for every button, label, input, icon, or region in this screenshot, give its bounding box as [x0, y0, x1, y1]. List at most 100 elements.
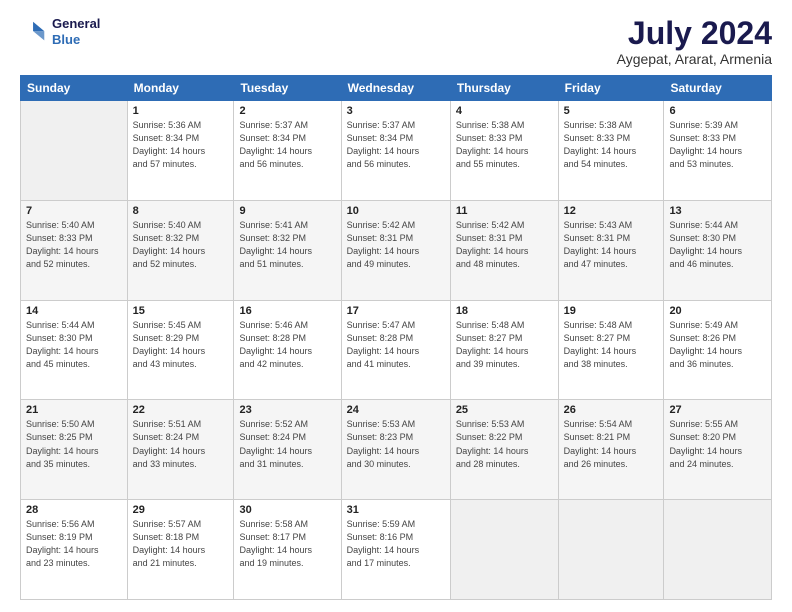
- calendar-cell: 20 Sunrise: 5:49 AM Sunset: 8:26 PM Dayli…: [664, 300, 772, 400]
- calendar-cell: [558, 500, 664, 600]
- day-number: 9: [239, 205, 335, 217]
- day-number: 23: [239, 404, 335, 416]
- day-number: 17: [347, 305, 445, 317]
- day-info: Sunrise: 5:56 AM Sunset: 8:19 PM Dayligh…: [26, 518, 122, 570]
- day-number: 18: [456, 305, 553, 317]
- day-number: 24: [347, 404, 445, 416]
- calendar-cell: 16Sunrise: 5:46 AM Sunset: 8:28 PM Dayli…: [234, 300, 341, 400]
- day-info: Sunrise: 5:43 AM Sunset: 8:31 PM Dayligh…: [564, 219, 659, 271]
- day-number: 26: [564, 404, 659, 416]
- main-title: July 2024: [617, 16, 772, 51]
- day-info: Sunrise: 5:40 AM Sunset: 8:33 PM Dayligh…: [26, 219, 122, 271]
- day-number: 14: [26, 305, 122, 317]
- calendar-table: SundayMondayTuesdayWednesdayThursdayFrid…: [20, 75, 772, 600]
- calendar-week-row: 21 Sunrise: 5:50 AM Sunset: 8:25 PM Dayli…: [21, 400, 772, 500]
- day-info: Sunrise: 5:37 AM Sunset: 8:34 PM Dayligh…: [239, 119, 335, 171]
- day-info: Sunrise: 5:41 AM Sunset: 8:32 PM Dayligh…: [239, 219, 335, 271]
- calendar-cell: 30 Sunrise: 5:58 AM Sunset: 8:17 PM Dayli…: [234, 500, 341, 600]
- day-number: 30: [239, 504, 335, 516]
- day-info: Sunrise: 5:49 AM Sunset: 8:26 PM Dayligh…: [669, 319, 766, 371]
- day-number: 28: [26, 504, 122, 516]
- calendar-day-header: Wednesday: [341, 76, 450, 101]
- calendar-cell: 3Sunrise: 5:37 AM Sunset: 8:34 PM Daylig…: [341, 101, 450, 201]
- calendar-cell: 10 Sunrise: 5:42 AM Sunset: 8:31 PM Dayli…: [341, 200, 450, 300]
- calendar-cell: 14 Sunrise: 5:44 AM Sunset: 8:30 PM Dayli…: [21, 300, 128, 400]
- day-number: 10: [347, 205, 445, 217]
- day-info: Sunrise: 5:44 AM Sunset: 8:30 PM Dayligh…: [669, 219, 766, 271]
- calendar-cell: 11Sunrise: 5:42 AM Sunset: 8:31 PM Dayli…: [450, 200, 558, 300]
- day-number: 15: [133, 305, 229, 317]
- calendar-cell: 6 Sunrise: 5:39 AM Sunset: 8:33 PM Daylig…: [664, 101, 772, 201]
- day-info: Sunrise: 5:53 AM Sunset: 8:22 PM Dayligh…: [456, 418, 553, 470]
- day-number: 12: [564, 205, 659, 217]
- day-number: 22: [133, 404, 229, 416]
- calendar-week-row: 28 Sunrise: 5:56 AM Sunset: 8:19 PM Dayli…: [21, 500, 772, 600]
- calendar-day-header: Thursday: [450, 76, 558, 101]
- calendar-week-row: 1 Sunrise: 5:36 AM Sunset: 8:34 PM Daylig…: [21, 101, 772, 201]
- day-info: Sunrise: 5:53 AM Sunset: 8:23 PM Dayligh…: [347, 418, 445, 470]
- day-info: Sunrise: 5:44 AM Sunset: 8:30 PM Dayligh…: [26, 319, 122, 371]
- day-number: 25: [456, 404, 553, 416]
- day-info: Sunrise: 5:46 AM Sunset: 8:28 PM Dayligh…: [239, 319, 335, 371]
- day-info: Sunrise: 5:47 AM Sunset: 8:28 PM Dayligh…: [347, 319, 445, 371]
- day-info: Sunrise: 5:50 AM Sunset: 8:25 PM Dayligh…: [26, 418, 122, 470]
- calendar-cell: 26 Sunrise: 5:54 AM Sunset: 8:21 PM Dayli…: [558, 400, 664, 500]
- day-number: 2: [239, 105, 335, 117]
- calendar-cell: 5 Sunrise: 5:38 AM Sunset: 8:33 PM Daylig…: [558, 101, 664, 201]
- calendar-cell: 28 Sunrise: 5:56 AM Sunset: 8:19 PM Dayli…: [21, 500, 128, 600]
- calendar-cell: 31Sunrise: 5:59 AM Sunset: 8:16 PM Dayli…: [341, 500, 450, 600]
- calendar-cell: 25 Sunrise: 5:53 AM Sunset: 8:22 PM Dayli…: [450, 400, 558, 500]
- calendar-cell: 9 Sunrise: 5:41 AM Sunset: 8:32 PM Daylig…: [234, 200, 341, 300]
- day-number: 27: [669, 404, 766, 416]
- calendar-week-row: 7Sunrise: 5:40 AM Sunset: 8:33 PM Daylig…: [21, 200, 772, 300]
- day-info: Sunrise: 5:38 AM Sunset: 8:33 PM Dayligh…: [456, 119, 553, 171]
- day-info: Sunrise: 5:59 AM Sunset: 8:16 PM Dayligh…: [347, 518, 445, 570]
- day-number: 1: [133, 105, 229, 117]
- calendar-cell: 29 Sunrise: 5:57 AM Sunset: 8:18 PM Dayli…: [127, 500, 234, 600]
- day-info: Sunrise: 5:36 AM Sunset: 8:34 PM Dayligh…: [133, 119, 229, 171]
- calendar-cell: [21, 101, 128, 201]
- day-number: 6: [669, 105, 766, 117]
- logo-line1: General: [52, 16, 100, 32]
- header: General Blue July 2024 Aygepat, Ararat, …: [20, 16, 772, 67]
- subtitle: Aygepat, Ararat, Armenia: [617, 51, 772, 67]
- calendar-header-row: SundayMondayTuesdayWednesdayThursdayFrid…: [21, 76, 772, 101]
- calendar-cell: 22 Sunrise: 5:51 AM Sunset: 8:24 PM Dayli…: [127, 400, 234, 500]
- calendar-cell: [450, 500, 558, 600]
- day-info: Sunrise: 5:57 AM Sunset: 8:18 PM Dayligh…: [133, 518, 229, 570]
- calendar-cell: 15 Sunrise: 5:45 AM Sunset: 8:29 PM Dayli…: [127, 300, 234, 400]
- calendar-day-header: Monday: [127, 76, 234, 101]
- day-info: Sunrise: 5:40 AM Sunset: 8:32 PM Dayligh…: [133, 219, 229, 271]
- day-info: Sunrise: 5:55 AM Sunset: 8:20 PM Dayligh…: [669, 418, 766, 470]
- day-number: 29: [133, 504, 229, 516]
- calendar-cell: 1 Sunrise: 5:36 AM Sunset: 8:34 PM Daylig…: [127, 101, 234, 201]
- calendar-cell: 17 Sunrise: 5:47 AM Sunset: 8:28 PM Dayli…: [341, 300, 450, 400]
- calendar-week-row: 14 Sunrise: 5:44 AM Sunset: 8:30 PM Dayli…: [21, 300, 772, 400]
- day-number: 5: [564, 105, 659, 117]
- day-number: 11: [456, 205, 553, 217]
- calendar-cell: 19Sunrise: 5:48 AM Sunset: 8:27 PM Dayli…: [558, 300, 664, 400]
- calendar-cell: 4 Sunrise: 5:38 AM Sunset: 8:33 PM Daylig…: [450, 101, 558, 201]
- logo: General Blue: [20, 16, 100, 47]
- calendar-cell: 27 Sunrise: 5:55 AM Sunset: 8:20 PM Dayli…: [664, 400, 772, 500]
- title-block: July 2024 Aygepat, Ararat, Armenia: [617, 16, 772, 67]
- day-info: Sunrise: 5:54 AM Sunset: 8:21 PM Dayligh…: [564, 418, 659, 470]
- day-info: Sunrise: 5:48 AM Sunset: 8:27 PM Dayligh…: [564, 319, 659, 371]
- calendar-day-header: Saturday: [664, 76, 772, 101]
- day-number: 21: [26, 404, 122, 416]
- calendar-cell: 2 Sunrise: 5:37 AM Sunset: 8:34 PM Daylig…: [234, 101, 341, 201]
- day-number: 20: [669, 305, 766, 317]
- day-info: Sunrise: 5:58 AM Sunset: 8:17 PM Dayligh…: [239, 518, 335, 570]
- calendar-cell: 12 Sunrise: 5:43 AM Sunset: 8:31 PM Dayli…: [558, 200, 664, 300]
- page: General Blue July 2024 Aygepat, Ararat, …: [0, 0, 792, 612]
- day-number: 4: [456, 105, 553, 117]
- day-info: Sunrise: 5:38 AM Sunset: 8:33 PM Dayligh…: [564, 119, 659, 171]
- day-info: Sunrise: 5:45 AM Sunset: 8:29 PM Dayligh…: [133, 319, 229, 371]
- calendar-cell: 8Sunrise: 5:40 AM Sunset: 8:32 PM Daylig…: [127, 200, 234, 300]
- calendar-cell: 21 Sunrise: 5:50 AM Sunset: 8:25 PM Dayli…: [21, 400, 128, 500]
- day-info: Sunrise: 5:48 AM Sunset: 8:27 PM Dayligh…: [456, 319, 553, 371]
- day-info: Sunrise: 5:39 AM Sunset: 8:33 PM Dayligh…: [669, 119, 766, 171]
- day-info: Sunrise: 5:51 AM Sunset: 8:24 PM Dayligh…: [133, 418, 229, 470]
- day-number: 13: [669, 205, 766, 217]
- day-info: Sunrise: 5:42 AM Sunset: 8:31 PM Dayligh…: [347, 219, 445, 271]
